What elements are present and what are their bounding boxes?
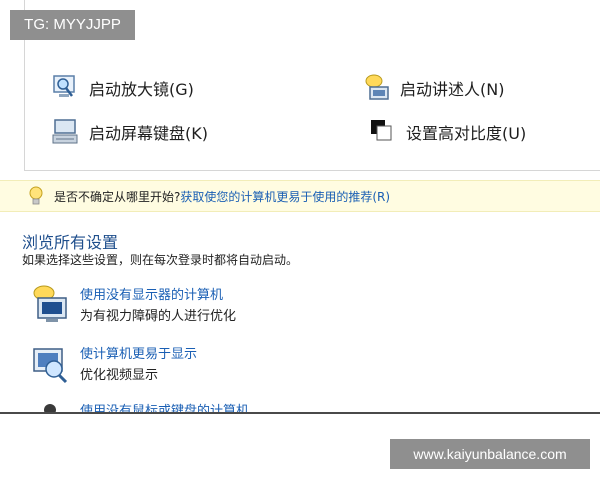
get-recommendations-link[interactable]: 获取使您的计算机更易于使用的推荐(R) xyxy=(180,188,390,205)
set-high-contrast-link[interactable]: 设置高对比度(U) xyxy=(368,117,526,147)
lightbulb-icon xyxy=(26,185,46,207)
setting-no-display-title[interactable]: 使用没有显示器的计算机 xyxy=(80,286,236,306)
setting-easier-display-title[interactable]: 使计算机更易于显示 xyxy=(80,345,197,365)
setting-easier-display[interactable]: 使计算机更易于显示 优化视频显示 xyxy=(30,343,197,391)
start-magnifier-label: 启动放大镜(G) xyxy=(89,80,194,99)
ease-of-access-center-window: 启动放大镜(G) 启动讲述人(N) 启动屏幕键盘(K) 设置高对比度(U) 是否… xyxy=(0,0,600,480)
setting-easier-display-description: 优化视频显示 xyxy=(80,368,159,383)
start-narrator-link[interactable]: 启动讲述人(N) xyxy=(362,73,504,103)
tip-text: 是否不确定从哪里开始? xyxy=(54,189,181,204)
set-high-contrast-label: 设置高对比度(U) xyxy=(406,124,527,143)
watermark-bottom-right: www.kaiyunbalance.com xyxy=(390,439,590,469)
browse-all-settings-description: 如果选择这些设置，则在每次登录时都将自动启动。 xyxy=(22,253,299,267)
tip-bar: 是否不确定从哪里开始? 获取使您的计算机更易于使用的推荐(R) xyxy=(0,180,600,212)
magnifier-icon xyxy=(51,73,83,103)
browse-all-settings-heading: 浏览所有设置 xyxy=(22,233,119,252)
start-narrator-label: 启动讲述人(N) xyxy=(400,80,505,99)
setting-no-display-description: 为有视力障碍的人进行优化 xyxy=(80,309,237,324)
start-on-screen-keyboard-link[interactable]: 启动屏幕键盘(K) xyxy=(51,117,208,147)
watermark-top-left: TG: MYYJJPP xyxy=(10,10,135,40)
no-display-computer-icon xyxy=(30,284,72,326)
high-contrast-icon xyxy=(368,117,400,147)
easier-display-icon xyxy=(30,343,72,385)
on-screen-keyboard-icon xyxy=(51,117,83,147)
setting-no-display[interactable]: 使用没有显示器的计算机 为有视力障碍的人进行优化 xyxy=(30,284,236,332)
start-magnifier-link[interactable]: 启动放大镜(G) xyxy=(51,73,194,103)
start-on-screen-keyboard-label: 启动屏幕键盘(K) xyxy=(89,124,208,143)
narrator-icon xyxy=(362,73,394,103)
